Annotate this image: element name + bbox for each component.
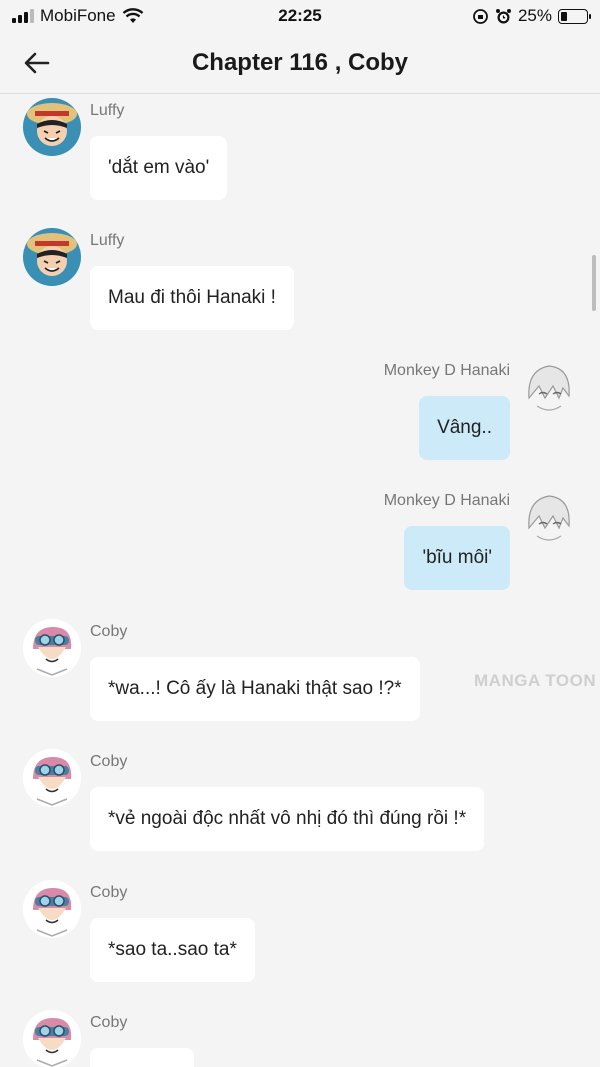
sender-name: Luffy <box>90 102 125 119</box>
avatar-coby[interactable] <box>23 749 81 807</box>
alarm-icon <box>495 8 511 23</box>
chat-header: Chapter 116 , Coby <box>0 32 600 94</box>
status-right: 25% <box>472 6 591 26</box>
message-bubble[interactable]: Vâng.. <box>419 396 510 460</box>
carrier-label: MobiFone <box>40 6 116 25</box>
wifi-icon <box>122 8 143 23</box>
message-bubble[interactable]: 'dắt em vào' <box>90 136 228 200</box>
avatar-coby[interactable] <box>23 619 81 677</box>
battery-percent: 25% <box>517 6 552 25</box>
avatar-luffy[interactable] <box>23 228 81 286</box>
sender-name: Luffy <box>90 232 125 249</box>
message-bubble[interactable]: *wa...! Cô ấy là Hanaki thật sao !?* <box>90 657 420 721</box>
avatar-hanaki[interactable] <box>519 358 577 416</box>
coby-avatar-icon <box>23 880 81 938</box>
battery-fill <box>561 11 567 21</box>
coby-avatar-icon <box>23 1010 81 1067</box>
hanaki-avatar-icon <box>519 488 577 546</box>
status-bar: MobiFone 22:25 25% <box>0 0 600 32</box>
message-bubble[interactable]: *sao ta..sao ta* <box>90 918 255 982</box>
coby-avatar-icon <box>23 749 81 807</box>
status-left: MobiFone <box>12 6 144 26</box>
back-button[interactable] <box>18 44 56 82</box>
luffy-avatar-icon <box>23 98 81 156</box>
page-title: Chapter 116 , Coby <box>191 48 409 76</box>
message-bubble[interactable]: 'bĩu môi' <box>404 526 510 590</box>
avatar-hanaki[interactable] <box>519 488 577 546</box>
avatar-luffy[interactable] <box>23 98 81 156</box>
scrollbar[interactable] <box>592 255 596 311</box>
sender-name: Coby <box>90 884 128 901</box>
sender-name: Coby <box>90 623 128 640</box>
sender-name: Monkey D Hanaki <box>383 492 510 509</box>
battery-icon <box>558 8 591 24</box>
avatar-coby[interactable] <box>23 1010 81 1067</box>
watermark: MANGA TOON <box>474 671 597 690</box>
message-bubble[interactable] <box>90 1048 194 1067</box>
signal-icon <box>12 9 34 23</box>
avatar-coby[interactable] <box>23 880 81 938</box>
arrow-left-icon <box>24 52 50 74</box>
luffy-avatar-icon <box>23 228 81 286</box>
hanaki-avatar-icon <box>519 358 577 416</box>
message-bubble[interactable]: *vẻ ngoài độc nhất vô nhị đó thì đúng rồ… <box>90 787 485 851</box>
sender-name: Coby <box>90 1014 128 1031</box>
sender-name: Coby <box>90 753 128 770</box>
coby-avatar-icon <box>23 619 81 677</box>
sender-name: Monkey D Hanaki <box>383 362 510 379</box>
screen-lock-icon <box>473 8 488 24</box>
message-bubble[interactable]: Mau đi thôi Hanaki ! <box>90 266 294 330</box>
